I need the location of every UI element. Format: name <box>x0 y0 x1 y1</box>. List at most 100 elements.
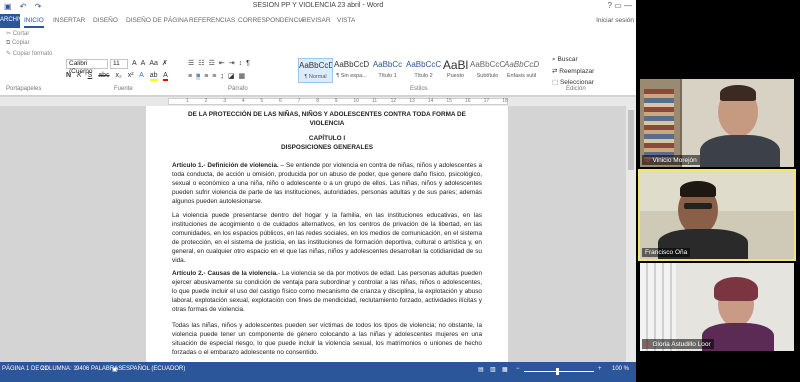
style-name: Subtítulo <box>476 73 499 79</box>
tab-insert[interactable]: INSERTAR <box>53 17 85 24</box>
borders-icon[interactable]: ▦ <box>239 73 246 80</box>
language-indicator[interactable]: ESPAÑOL (ECUADOR) <box>122 366 185 372</box>
vertical-scrollbar[interactable] <box>626 106 636 362</box>
italic-icon[interactable]: K <box>77 72 82 79</box>
style-heading-2[interactable]: AaBbCcC Título 2 <box>406 58 441 83</box>
font-color-icon[interactable]: A <box>163 72 168 81</box>
ruler-track <box>168 98 508 105</box>
style-preview: AaBbCcC <box>470 60 505 69</box>
web-layout-icon[interactable]: ▦ <box>502 366 508 373</box>
strikethrough-icon[interactable]: abc <box>98 72 109 79</box>
bullets-icon[interactable]: ☰ <box>188 60 194 67</box>
scroll-thumb[interactable] <box>628 110 634 170</box>
tab-references[interactable]: REFERENCIAS <box>189 17 235 24</box>
format-painter-button[interactable]: ✎ Copiar formato <box>6 50 52 57</box>
bold-icon[interactable]: N <box>66 72 71 79</box>
zoom-slider[interactable] <box>524 371 594 372</box>
tab-home[interactable]: INICIO <box>24 17 44 28</box>
participant-tile[interactable]: ⊘ Vinicio Morejón <box>640 79 794 167</box>
zoom-slider-thumb[interactable] <box>556 368 559 375</box>
style-subtitle[interactable]: AaBbCcC Subtítulo <box>470 58 505 83</box>
align-left-icon[interactable]: ≡ <box>188 73 192 80</box>
minimize-icon[interactable]: ▭ <box>614 1 624 10</box>
participant-name-text: Vinicio Morejón <box>652 157 697 164</box>
participant-name: ⊘ Vinicio Morejón <box>642 155 700 165</box>
print-layout-icon[interactable]: ▥ <box>490 366 496 373</box>
read-mode-icon[interactable]: ▤ <box>478 366 484 373</box>
horizontal-ruler[interactable]: 1 2 3 4 5 6 7 8 9 10 11 12 13 14 15 16 17 18 <box>0 97 636 106</box>
find-button[interactable]: ⌕ Buscar <box>552 56 578 64</box>
tab-view[interactable]: VISTA <box>337 17 355 24</box>
numbering-icon[interactable]: ☷ <box>198 60 204 67</box>
clear-format-icon[interactable]: ✗ <box>162 60 168 67</box>
torso <box>700 135 780 167</box>
zoom-out-icon[interactable]: − <box>516 366 520 372</box>
decrease-indent-icon[interactable]: ⇤ <box>219 60 225 67</box>
ruler-number: 5 <box>260 98 264 104</box>
align-right-icon[interactable]: ≡ <box>204 73 208 80</box>
style-subtle-emphasis[interactable]: AaBbCcDc Énfasis sutil <box>504 58 539 83</box>
change-case-icon[interactable]: Aa <box>149 60 158 67</box>
scissors-icon: ✂ <box>6 31 13 37</box>
style-name: Énfasis sutil <box>506 73 537 79</box>
underline-icon[interactable]: S <box>88 72 93 79</box>
style-name: Título 1 <box>378 73 397 79</box>
align-center-icon[interactable]: ≡ <box>196 73 201 80</box>
copy-label: Copiar <box>11 40 30 46</box>
document-page[interactable]: DE LA PROTECCIÓN DE LAS NIÑAS, NIÑOS Y A… <box>146 106 508 362</box>
tab-file[interactable]: ARCHIVO <box>0 14 27 28</box>
column-indicator: COLUMNA: 1 <box>40 366 77 372</box>
style-heading-1[interactable]: AaBbCc Título 1 <box>370 58 405 83</box>
proofing-icon[interactable]: ▣ <box>112 366 118 373</box>
pilcrow-icon[interactable]: ¶ <box>246 60 250 67</box>
select-button[interactable]: ⬚ Seleccionar <box>552 78 594 86</box>
cut-button[interactable]: ✂ Cortar <box>6 30 29 37</box>
tab-design[interactable]: DISEÑO <box>93 17 118 24</box>
ruler-number: 8 <box>316 98 319 104</box>
superscript-icon[interactable]: x² <box>128 72 134 79</box>
style-no-spacing[interactable]: AaBbCcDc ¶ Sin espa... <box>334 58 369 83</box>
tab-mailings[interactable]: CORRESPONDENCIA <box>238 17 304 24</box>
editing-group-label: Edición <box>566 86 586 92</box>
ruler-number: 17 <box>483 98 490 104</box>
zoom-in-icon[interactable]: + <box>598 366 602 372</box>
font-size-select[interactable]: 11 <box>110 59 128 69</box>
ruler-number: 16 <box>465 98 471 104</box>
participant-tile[interactable]: ⊘ Gloria Astudillo Loor <box>640 263 794 351</box>
shrink-font-icon[interactable]: A <box>141 60 146 67</box>
font-name-select[interactable]: Calibri (Cuerpo <box>66 59 108 75</box>
line-spacing-icon[interactable]: ↨ <box>220 73 224 80</box>
mic-muted-icon: ⊘ <box>645 157 651 164</box>
subscript-icon[interactable]: x₂ <box>116 72 122 79</box>
sort-icon[interactable]: ↕ <box>239 60 243 67</box>
ruler-number: 1 <box>186 98 189 104</box>
style-preview: AaBl <box>442 58 469 72</box>
grow-font-icon[interactable]: A <box>132 60 137 67</box>
replace-button[interactable]: ⇄ Reemplazar <box>552 67 594 75</box>
justify-icon[interactable]: ≡ <box>212 73 216 80</box>
ruler-number: 3 <box>223 98 226 104</box>
style-name: Puesto <box>446 73 465 79</box>
participant-name-text: Gloria Astudillo Loor <box>652 341 711 348</box>
highlight-icon[interactable]: ab <box>149 72 158 81</box>
select-icon: ⬚ <box>552 79 560 86</box>
sign-in-link[interactable]: Iniciar sesión <box>596 17 634 24</box>
multilevel-list-icon[interactable]: ☲ <box>209 60 215 67</box>
tab-page-layout[interactable]: DISEÑO DE PÁGINA <box>126 17 188 24</box>
ruler-number: 6 <box>279 98 282 104</box>
text-effects-icon[interactable]: A <box>139 72 144 79</box>
tab-review[interactable]: REVISAR <box>302 17 331 24</box>
copy-button[interactable]: ⧉ Copiar <box>6 40 30 47</box>
help-icon[interactable]: ? <box>608 1 612 10</box>
paragraph-tools-top: ☰ ☷ ☲ ⇤ ⇥ ↕ ¶ <box>188 59 254 67</box>
style-normal[interactable]: AaBbCcDc ¶ Normal <box>298 58 333 83</box>
zoom-level[interactable]: 100 % <box>612 366 629 372</box>
paragraph-tools-bottom: ≡ ≡ ≡ ≡ ↨ ◪ ▦ <box>188 72 249 80</box>
increase-indent-icon[interactable]: ⇥ <box>229 60 235 67</box>
chapter-title: DISPOSICIONES GENERALES <box>281 144 373 151</box>
status-bar: PÁGINA 1 DE 21 COLUMNA: 1 9406 PALABRAS … <box>0 362 636 382</box>
shading-icon[interactable]: ◪ <box>228 73 235 80</box>
style-title[interactable]: AaBl Puesto <box>438 58 473 83</box>
participant-tile-active[interactable]: Francisco Oña <box>638 169 796 261</box>
restore-icon[interactable]: — <box>624 1 632 10</box>
